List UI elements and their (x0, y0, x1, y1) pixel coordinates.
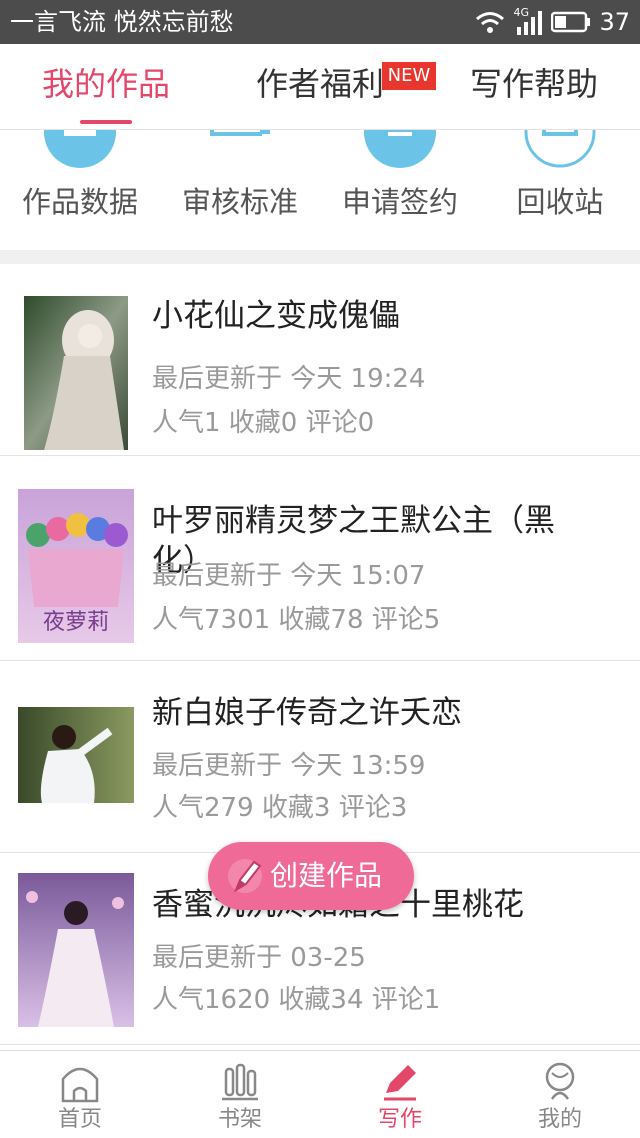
work-stats: 人气279 收藏3 评论3 (152, 793, 408, 823)
work-title[interactable]: 小花仙之变成傀儡 (152, 296, 594, 336)
work-stats: 人气1 收藏0 评论0 (152, 408, 375, 438)
bar-chart-icon (44, 130, 116, 168)
quick-actions: 作品数据 审核标准 申请签约 回收站 (0, 130, 640, 250)
work-stats: 人气7301 收藏78 评论5 (152, 605, 441, 635)
home-icon (60, 1061, 100, 1103)
quick-action-apply-contract[interactable]: 申请签约 (320, 130, 480, 250)
section-divider (0, 250, 640, 264)
tab-author-benefits[interactable]: 作者福利 (256, 62, 384, 106)
new-badge: NEW (382, 62, 436, 90)
wifi-icon (475, 10, 505, 34)
pen-icon (380, 1061, 420, 1103)
nav-me[interactable]: 我的 (480, 1051, 640, 1138)
work-cover[interactable]: 夜萝莉 (18, 489, 134, 643)
work-last-updated: 最后更新于 今天 15:07 (152, 561, 426, 591)
battery-icon (551, 11, 591, 33)
nav-home[interactable]: 首页 (0, 1051, 160, 1138)
nav-label: 首页 (57, 1107, 102, 1132)
quick-action-review-standard[interactable]: 审核标准 (160, 130, 320, 250)
quick-action-work-data[interactable]: 作品数据 (0, 130, 160, 250)
work-cover[interactable] (18, 873, 134, 1027)
nav-label: 书架 (217, 1107, 262, 1132)
bookshelf-icon (220, 1061, 260, 1103)
create-work-button[interactable]: 创建作品 (208, 842, 414, 910)
quick-action-label: 申请签约 (341, 185, 458, 219)
nav-bookshelf[interactable]: 书架 (160, 1051, 320, 1138)
work-title[interactable]: 新白娘子传奇之许夭恋 (152, 693, 594, 733)
tab-my-works[interactable]: 我的作品 (42, 62, 170, 106)
work-cover[interactable] (24, 296, 128, 450)
pencil-icon (228, 856, 262, 900)
work-last-updated: 最后更新于 03-25 (152, 943, 366, 973)
quick-action-label: 审核标准 (181, 185, 298, 219)
work-cover[interactable] (18, 707, 134, 803)
signal-icon: 4G (513, 7, 543, 35)
work-stats: 人气1620 收藏34 评论1 (152, 985, 441, 1015)
work-item[interactable]: 小花仙之变成傀儡 最后更新于 今天 19:24 人气1 收藏0 评论0 (0, 264, 640, 456)
work-last-updated: 最后更新于 今天 13:59 (152, 751, 426, 781)
work-item[interactable]: 夜萝莉 叶罗丽精灵梦之王默公主（黑化） 最后更新于 今天 15:07 人气730… (0, 469, 640, 661)
status-notification-text: 一言飞流 悦然忘前愁 (10, 8, 234, 36)
user-icon (540, 1061, 580, 1103)
create-work-label: 创建作品 (270, 859, 383, 892)
bottom-nav: 首页 书架 写作 我的 (0, 1050, 640, 1138)
cover-title-text: 夜萝莉 (42, 610, 109, 635)
quick-action-label: 回收站 (516, 185, 604, 219)
top-tab-bar: 我的作品 作者福利 写作帮助 (0, 44, 640, 130)
nav-write[interactable]: 写作 (320, 1051, 480, 1138)
status-icons: 4G 37 (475, 7, 630, 37)
tab-writing-help[interactable]: 写作帮助 (470, 62, 598, 106)
quick-action-recycle-bin[interactable]: 回收站 (480, 130, 640, 250)
work-last-updated: 最后更新于 今天 19:24 (152, 364, 426, 394)
recycle-bin-icon (524, 130, 596, 168)
active-tab-indicator (80, 120, 132, 124)
contract-sign-icon (364, 130, 436, 168)
nav-label: 写作 (377, 1107, 422, 1132)
battery-level: 37 (599, 8, 630, 36)
status-bar: 一言飞流 悦然忘前愁 4G 37 (0, 0, 640, 44)
review-standard-icon (204, 130, 276, 168)
work-item[interactable]: 新白娘子传奇之许夭恋 最后更新于 今天 13:59 人气279 收藏3 评论3 (0, 661, 640, 853)
quick-action-label: 作品数据 (21, 185, 138, 219)
nav-label: 我的 (537, 1107, 582, 1132)
